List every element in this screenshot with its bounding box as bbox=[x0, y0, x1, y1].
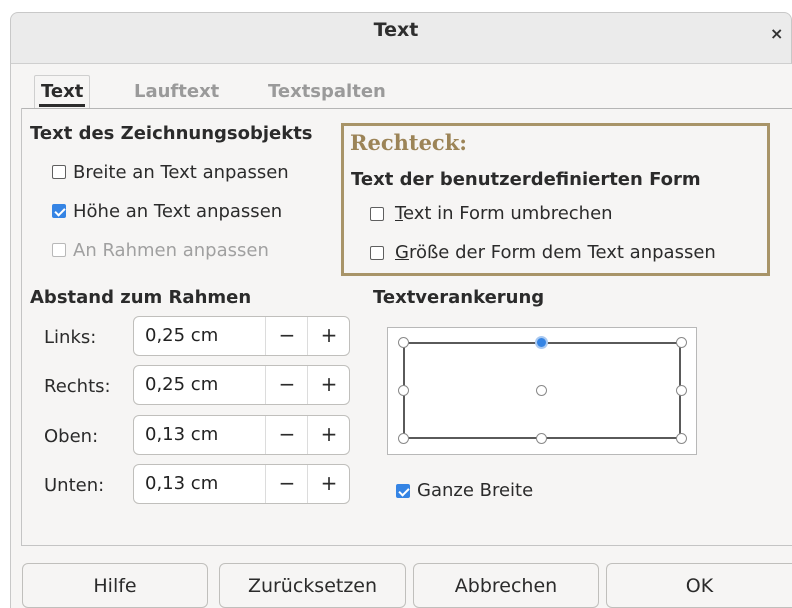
checkbox-box[interactable] bbox=[370, 207, 384, 221]
wrap-text-checkbox[interactable]: Text in Form umbrechen bbox=[370, 203, 750, 229]
top-label: Oben: bbox=[44, 426, 99, 447]
minus-icon[interactable]: − bbox=[265, 366, 308, 404]
minus-icon[interactable]: − bbox=[265, 416, 308, 454]
bottom-value[interactable]: 0,13 cm bbox=[145, 465, 218, 503]
plus-icon[interactable]: + bbox=[307, 465, 350, 503]
full-width-label: Ganze Breite bbox=[417, 480, 534, 501]
bottom-label: Unten: bbox=[44, 475, 105, 496]
checkbox-box[interactable] bbox=[52, 165, 66, 179]
anchor-top-left[interactable] bbox=[398, 337, 409, 348]
fit-height-checkbox[interactable]: Höhe an Text anpassen bbox=[52, 201, 332, 227]
anchor-center[interactable] bbox=[536, 385, 547, 396]
spacing-heading: Abstand zum Rahmen bbox=[30, 287, 252, 308]
bottom-spinbox[interactable]: 0,13 cm − + bbox=[133, 464, 350, 504]
fit-width-checkbox[interactable]: Breite an Text anpassen bbox=[52, 162, 332, 188]
plus-icon[interactable]: + bbox=[307, 366, 350, 404]
fit-height-label: Höhe an Text anpassen bbox=[73, 201, 283, 222]
left-spinbox[interactable]: 0,25 cm − + bbox=[133, 316, 350, 356]
anchor-middle-right[interactable] bbox=[676, 385, 687, 396]
plus-icon[interactable]: + bbox=[307, 317, 350, 355]
plus-icon[interactable]: + bbox=[307, 416, 350, 454]
checkbox-box-checked[interactable] bbox=[52, 204, 66, 218]
reset-button[interactable]: Zurücksetzen bbox=[219, 563, 406, 608]
checkbox-box-disabled bbox=[52, 243, 66, 257]
right-label: Rechts: bbox=[44, 376, 111, 397]
anchor-top-center[interactable] bbox=[535, 336, 548, 349]
left-label: Links: bbox=[44, 327, 97, 348]
minus-icon[interactable]: − bbox=[265, 317, 308, 355]
top-spinbox[interactable]: 0,13 cm − + bbox=[133, 415, 350, 455]
anchor-bottom-right[interactable] bbox=[676, 433, 687, 444]
tab-textspalten[interactable]: Textspalten bbox=[262, 76, 392, 108]
left-value[interactable]: 0,25 cm bbox=[145, 317, 218, 355]
fit-frame-label: An Rahmen anpassen bbox=[73, 240, 269, 261]
checkbox-box-checked[interactable] bbox=[396, 484, 410, 498]
ok-button[interactable]: OK bbox=[606, 563, 792, 608]
top-value[interactable]: 0,13 cm bbox=[145, 416, 218, 454]
resize-shape-label: Größe der Form dem Text anpassen bbox=[395, 242, 716, 263]
tab-lauftext[interactable]: Lauftext bbox=[128, 76, 225, 108]
custom-shape-heading: Text der benutzerdefinierten Form bbox=[351, 169, 701, 190]
cancel-button[interactable]: Abbrechen bbox=[413, 563, 599, 608]
wrap-text-label: Text in Form umbrechen bbox=[395, 203, 613, 224]
help-button[interactable]: Hilfe bbox=[22, 563, 208, 608]
close-icon[interactable]: × bbox=[770, 24, 783, 43]
drawing-object-heading: Text des Zeichnungsobjekts bbox=[30, 123, 313, 144]
right-value[interactable]: 0,25 cm bbox=[145, 366, 218, 404]
fit-frame-checkbox: An Rahmen anpassen bbox=[52, 240, 332, 266]
anchor-bottom-center[interactable] bbox=[536, 433, 547, 444]
checkbox-box[interactable] bbox=[370, 246, 384, 260]
right-spinbox[interactable]: 0,25 cm − + bbox=[133, 365, 350, 405]
full-width-checkbox[interactable]: Ganze Breite bbox=[396, 480, 596, 506]
anchor-bottom-left[interactable] bbox=[398, 433, 409, 444]
anchor-heading: Textverankerung bbox=[373, 287, 545, 308]
tab-text[interactable]: Text bbox=[34, 75, 91, 109]
resize-shape-checkbox[interactable]: Größe der Form dem Text anpassen bbox=[370, 242, 760, 268]
dialog-title: Text bbox=[373, 19, 419, 41]
anchor-top-right[interactable] bbox=[676, 337, 687, 348]
callout-title: Rechteck: bbox=[350, 130, 468, 155]
anchor-middle-left[interactable] bbox=[398, 385, 409, 396]
minus-icon[interactable]: − bbox=[265, 465, 308, 503]
fit-width-label: Breite an Text anpassen bbox=[73, 162, 289, 183]
